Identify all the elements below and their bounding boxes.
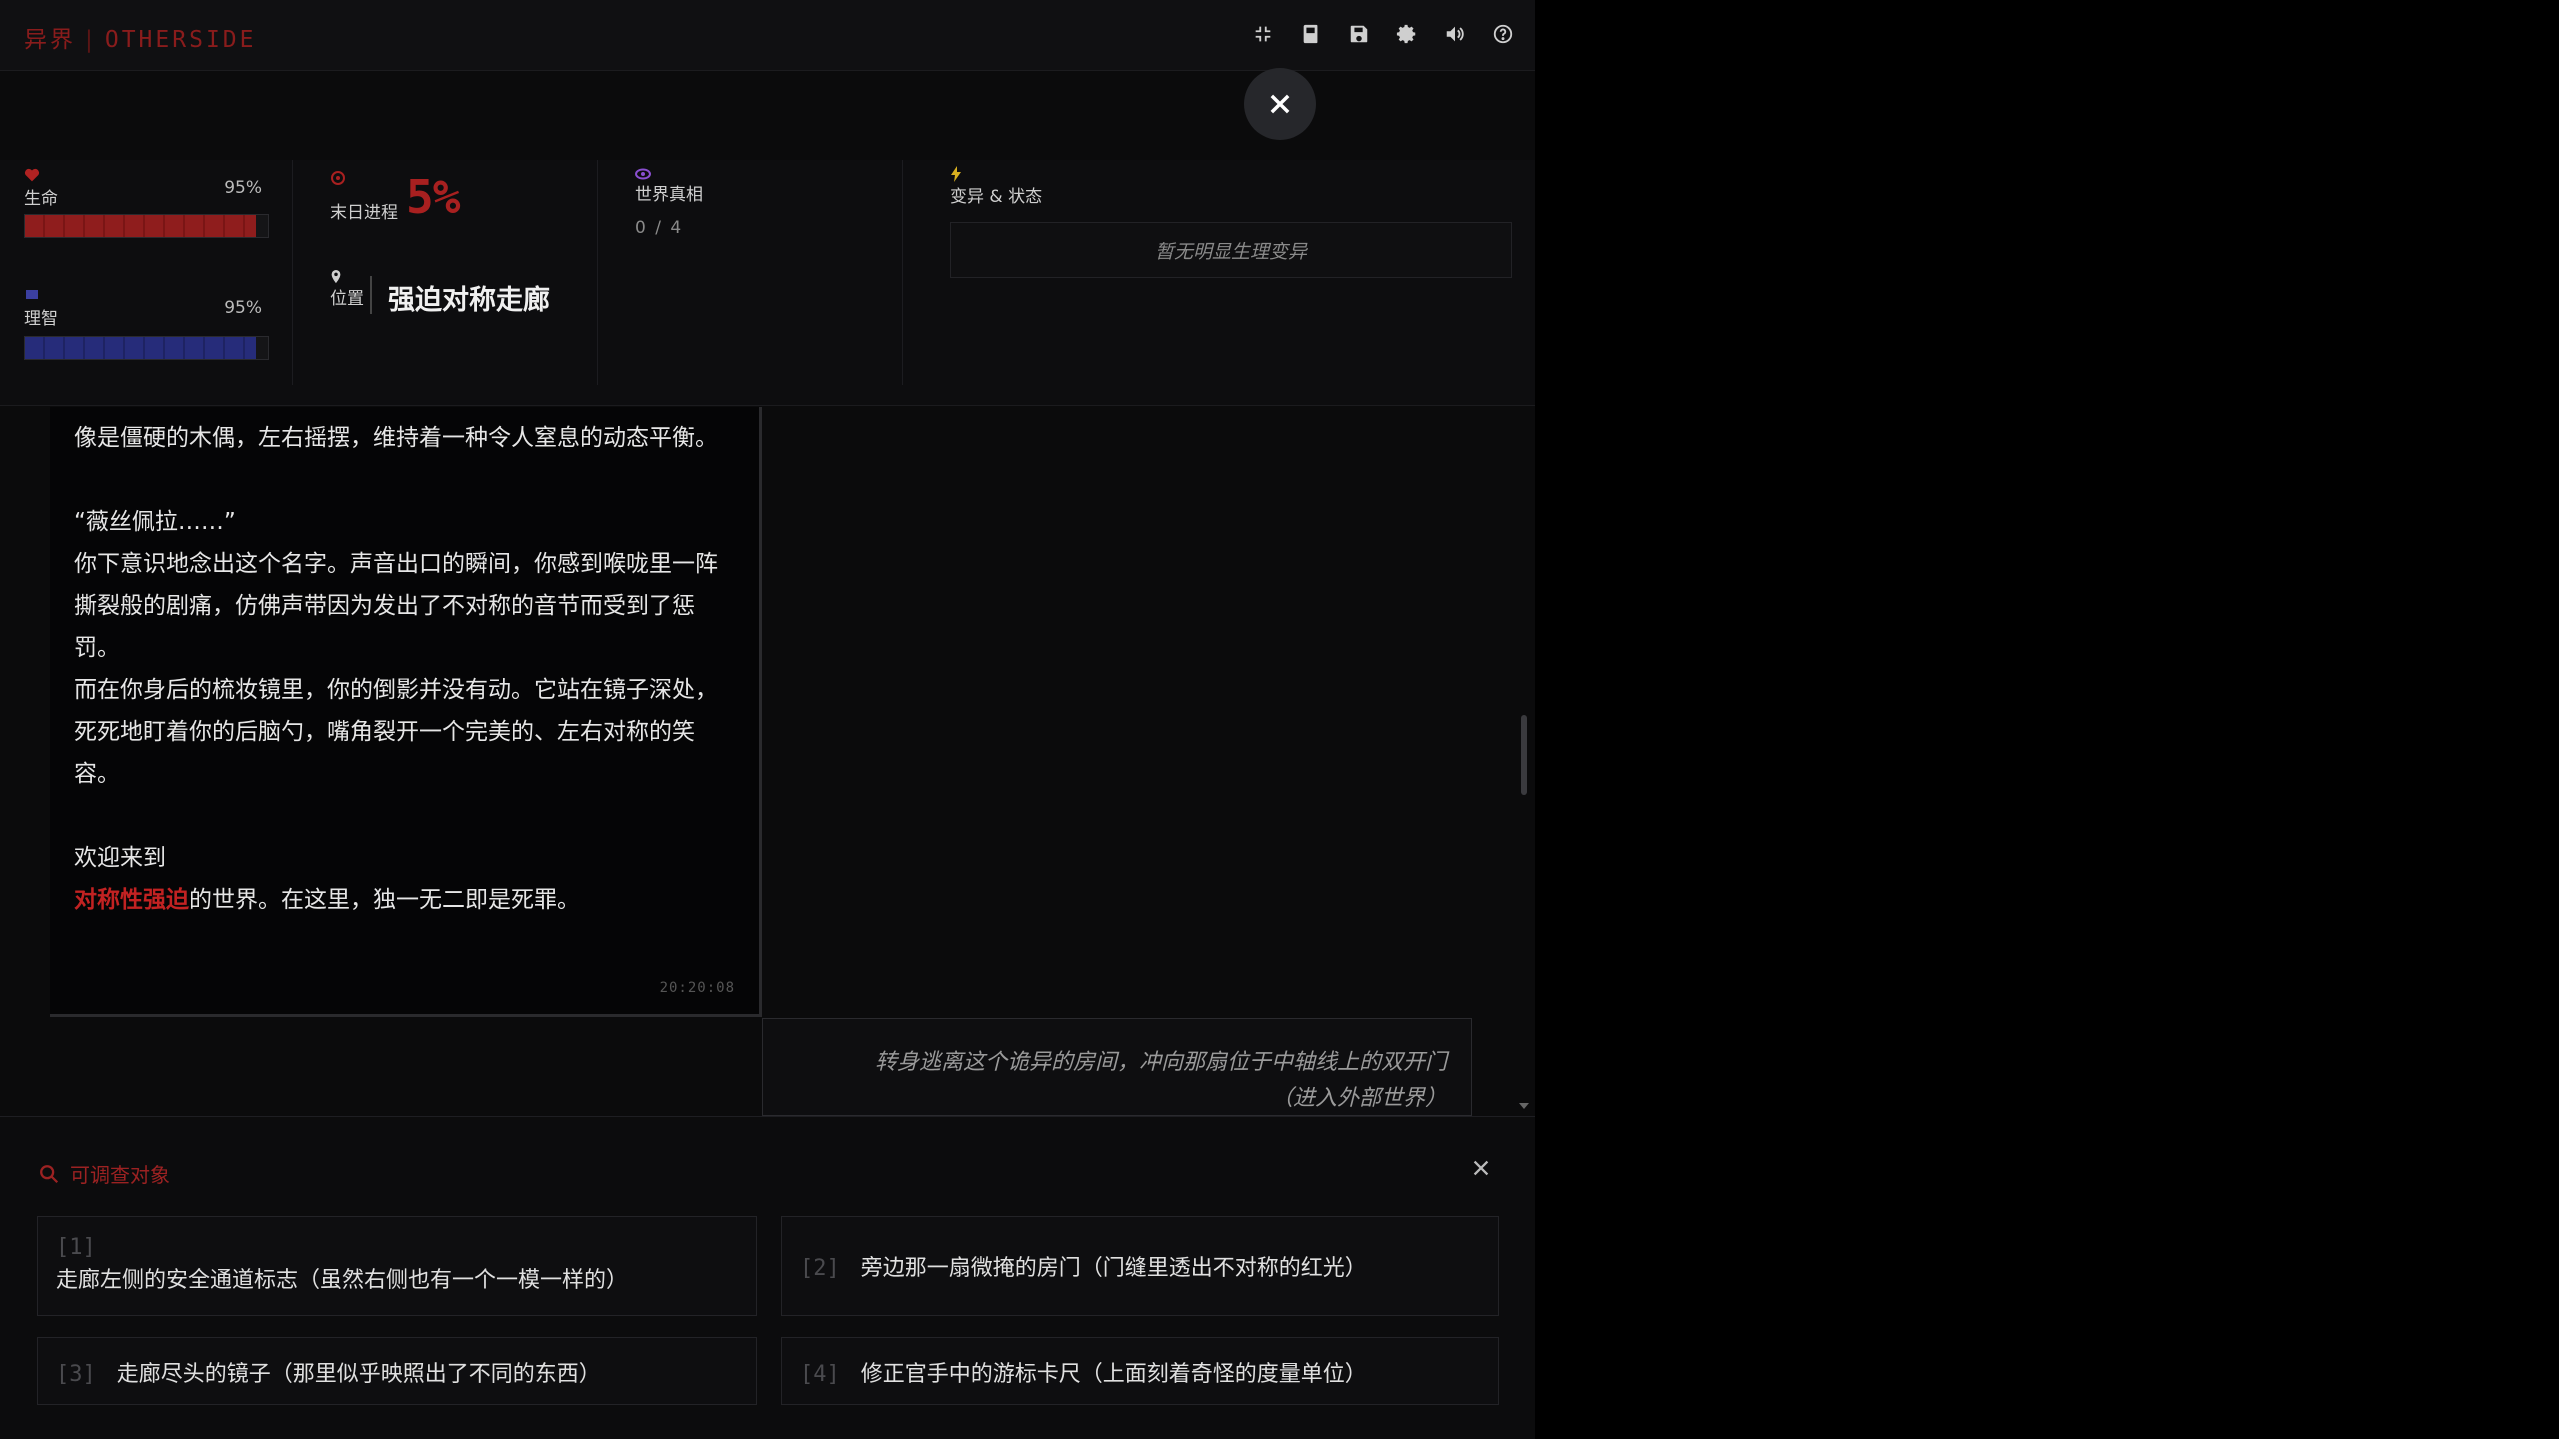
eye-icon — [635, 168, 651, 180]
book-icon — [1303, 24, 1318, 44]
sanity-percent: 95% — [224, 298, 262, 318]
collapse-button[interactable] — [1249, 20, 1277, 48]
life-percent: 95% — [224, 178, 262, 198]
option-text: 旁边那一扇微掩的房门（门缝里透出不对称的红光） — [860, 1256, 1367, 1281]
toolbar — [1249, 20, 1517, 48]
game-window: 异界 | OTHERSIDE 生命 95% 理智 95% 末日进程 5% 位置 … — [0, 0, 1535, 1439]
investigate-option-3[interactable]: [3] 走廊尽头的镜子（那里似乎映照出了不同的东西） — [37, 1337, 757, 1405]
doom-icon — [331, 171, 345, 185]
investigate-option-4[interactable]: [4] 修正官手中的游标卡尺（上面刻着奇怪的度量单位） — [781, 1337, 1499, 1405]
status-panel: 生命 95% 理智 95% 末日进程 5% 位置 强迫对称走廊 世界真相 0 /… — [0, 160, 1535, 406]
life-bar — [24, 214, 269, 238]
doom-row — [330, 170, 346, 186]
mutation-label: 变异 & 状态 — [950, 187, 1043, 207]
player-choice-line: 转身逃离这个诡异的房间，冲向那扇位于中轴线上的双开门 — [874, 1050, 1447, 1075]
location-name: 强迫对称走廊 — [388, 285, 550, 316]
lightning-icon — [951, 166, 961, 182]
highlight-term: 对称性强迫 — [74, 887, 189, 913]
investigate-option-1[interactable]: [1] 走廊左侧的安全通道标志（虽然右侧也有一个一模一样的） — [37, 1216, 757, 1316]
location-row: 位置 — [330, 270, 364, 309]
app-title-cn: 异界 — [24, 27, 76, 53]
doom-percent: 5% — [406, 170, 460, 224]
sanity-bar — [24, 336, 269, 360]
message-timestamp: 20:20:08 — [659, 980, 735, 996]
player-choice-bubble: 转身逃离这个诡异的房间，冲向那扇位于中轴线上的双开门 （进入外部世界） — [762, 1018, 1472, 1116]
save-icon — [1350, 25, 1368, 43]
mutation-row: 变异 & 状态 — [950, 166, 1042, 207]
close-icon — [1270, 94, 1290, 114]
mutation-empty-text: 暂无明显生理变异 — [1154, 240, 1307, 263]
top-bar: 异界 | OTHERSIDE — [0, 0, 1535, 71]
narrative-final-line: 对称性强迫的世界。在这里，独一无二即是死罪。 — [74, 879, 735, 921]
save-button[interactable] — [1345, 20, 1373, 48]
search-icon — [40, 1164, 59, 1183]
brain-icon — [26, 290, 38, 299]
life-label: 生命 — [24, 189, 58, 209]
truth-label: 世界真相 — [635, 185, 703, 205]
investigate-title: 可调查对象 — [38, 1159, 170, 1188]
narrative-line: 而在你身后的梳妆镜里，你的倒影并没有动。它站在镜子深处，死死地盯着你的后脑勺，嘴… — [74, 677, 718, 787]
pin-icon — [331, 270, 341, 284]
option-number: [4] — [800, 1362, 840, 1387]
doom-label: 末日进程 — [330, 203, 398, 223]
volume-icon — [1446, 26, 1464, 42]
life-bar-fill — [25, 215, 256, 237]
volume-button[interactable] — [1441, 20, 1469, 48]
close-button[interactable] — [1244, 68, 1316, 140]
narrative-line: 像是僵硬的木偶，左右摇摆，维持着一种令人窒息的动态平衡。 — [74, 425, 718, 451]
investigate-option-2[interactable]: [2] 旁边那一扇微掩的房门（门缝里透出不对称的红光） — [781, 1216, 1499, 1316]
help-icon — [1493, 24, 1513, 44]
mutation-status-box: 暂无明显生理变异 — [950, 222, 1512, 278]
option-number: [2] — [800, 1256, 840, 1281]
sanity-row: 理智 — [24, 288, 58, 329]
truth-progress: 0 / 4 — [635, 218, 684, 238]
option-number: [1] — [56, 1235, 96, 1260]
sanity-label: 理智 — [24, 309, 58, 329]
vitals-column: 生命 95% 理智 95% — [0, 160, 293, 385]
narrative-final-suffix: 的世界。在这里，独一无二即是死罪。 — [189, 887, 580, 913]
app-title: 异界 | OTHERSIDE — [24, 27, 257, 53]
scrollbar-thumb[interactable] — [1521, 715, 1527, 795]
journal-button[interactable] — [1297, 20, 1325, 48]
close-icon — [1473, 1160, 1489, 1176]
narrative-line: 欢迎来到 — [74, 845, 166, 871]
investigate-close-button[interactable] — [1470, 1157, 1496, 1183]
option-text: 修正官手中的游标卡尺（上面刻着奇怪的度量单位） — [860, 1362, 1367, 1387]
narrative-card: 像是僵硬的木偶，左右摇摆，维持着一种令人窒息的动态平衡。 “薇丝佩拉……” 你下… — [50, 407, 762, 1017]
truth-column: 世界真相 0 / 4 — [597, 160, 903, 385]
location-divider — [370, 276, 372, 314]
option-text: 走廊左侧的安全通道标志（虽然右侧也有一个一模一样的） — [56, 1268, 629, 1293]
location-label: 位置 — [330, 289, 364, 309]
investigate-panel: 可调查对象 [1] 走廊左侧的安全通道标志（虽然右侧也有一个一模一样的） [2]… — [0, 1116, 1535, 1439]
option-text: 走廊尽头的镜子（那里似乎映照出了不同的东西） — [116, 1362, 601, 1387]
settings-button[interactable] — [1393, 20, 1421, 48]
scroll-down-arrow[interactable] — [1519, 1103, 1529, 1109]
option-number: [3] — [56, 1362, 96, 1387]
heart-icon — [24, 168, 40, 182]
gear-icon — [1396, 24, 1416, 44]
help-button[interactable] — [1489, 20, 1517, 48]
app-title-en: OTHERSIDE — [104, 27, 257, 53]
life-row: 生命 — [24, 168, 58, 209]
narrative-line: “薇丝佩拉……” — [74, 509, 236, 535]
scrollbar[interactable] — [1521, 410, 1527, 1115]
collapse-icon — [1255, 26, 1271, 42]
sanity-bar-fill — [25, 337, 256, 359]
player-choice-note: （进入外部世界） — [1270, 1086, 1447, 1111]
narrative-line: 你下意识地念出这个名字。声音出口的瞬间，你感到喉咙里一阵撕裂般的剧痛，仿佛声带因… — [74, 551, 718, 661]
truth-row: 世界真相 — [635, 168, 703, 205]
progress-column: 末日进程 5% 位置 强迫对称走廊 — [292, 160, 598, 385]
investigate-title-text: 可调查对象 — [70, 1163, 170, 1187]
